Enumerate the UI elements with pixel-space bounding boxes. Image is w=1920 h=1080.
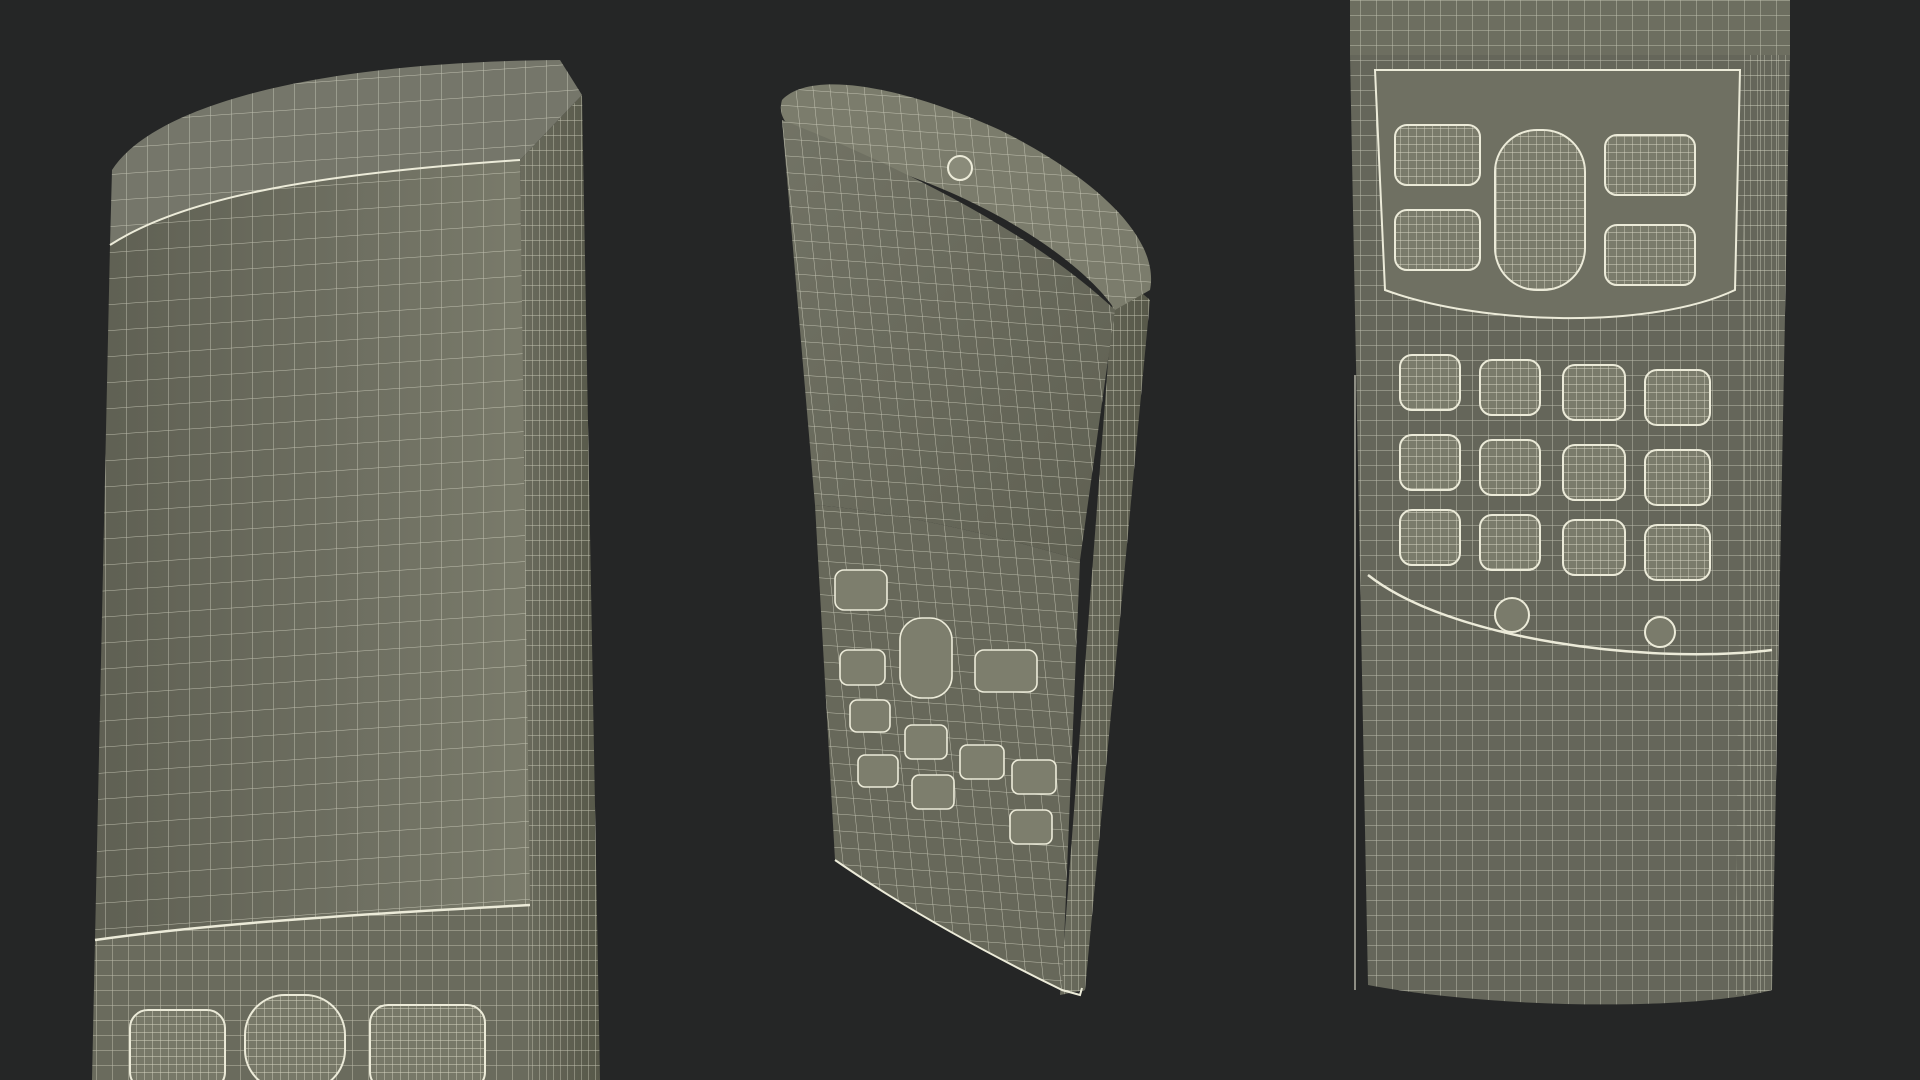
- speaker-hole-icon: [1644, 616, 1676, 648]
- microphone-icon: [1494, 597, 1530, 633]
- earpiece-icon: [947, 155, 973, 181]
- wireframe-render-canvas: [92, 0, 1790, 1080]
- view-center-angled: [780, 84, 1152, 997]
- view-right-keypad: [1350, 0, 1790, 1005]
- view-left-front: [92, 60, 600, 1080]
